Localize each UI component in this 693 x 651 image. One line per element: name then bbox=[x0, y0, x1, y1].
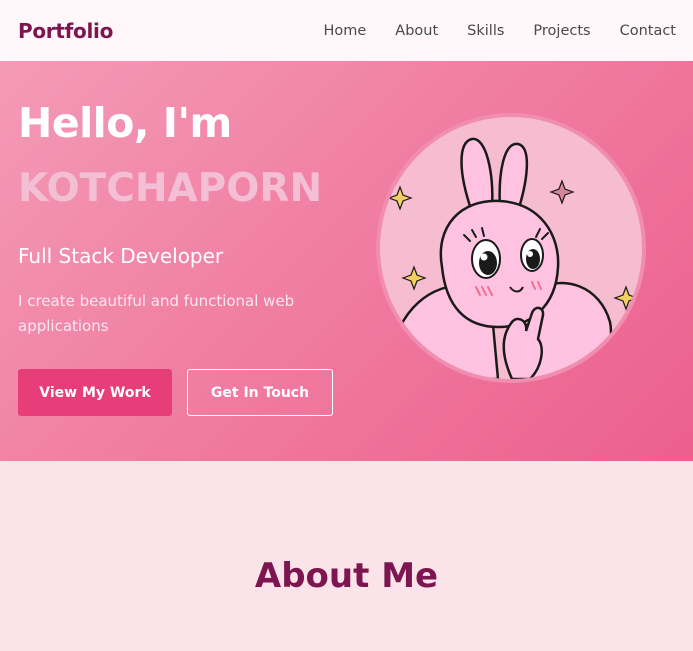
about-section-title: About Me bbox=[254, 556, 439, 596]
navbar: Portfolio Home About Skills Projects Con… bbox=[0, 0, 693, 61]
nav-link-projects[interactable]: Projects bbox=[533, 23, 590, 39]
nav-link-skills[interactable]: Skills bbox=[467, 23, 504, 39]
view-my-work-button[interactable]: View My Work bbox=[18, 369, 172, 416]
nav-link-home[interactable]: Home bbox=[323, 23, 366, 39]
nav-link-about[interactable]: About bbox=[395, 23, 438, 39]
hero-greeting: Hello, I'm bbox=[18, 99, 232, 147]
hero-name: KOTCHAPORN bbox=[18, 166, 323, 211]
bunny-illustration bbox=[380, 137, 639, 379]
profile-avatar bbox=[376, 113, 646, 383]
nav-links: Home About Skills Projects Contact bbox=[294, 23, 676, 39]
hero-role: Full Stack Developer bbox=[18, 244, 224, 268]
hero-section: Hello, I'm KOTCHAPORN Full Stack Develop… bbox=[0, 61, 693, 461]
hero-description: I create beautiful and functional web ap… bbox=[18, 292, 295, 335]
get-in-touch-button[interactable]: Get In Touch bbox=[187, 369, 333, 416]
nav-link-contact[interactable]: Contact bbox=[620, 23, 676, 39]
logo[interactable]: Portfolio bbox=[18, 19, 113, 43]
